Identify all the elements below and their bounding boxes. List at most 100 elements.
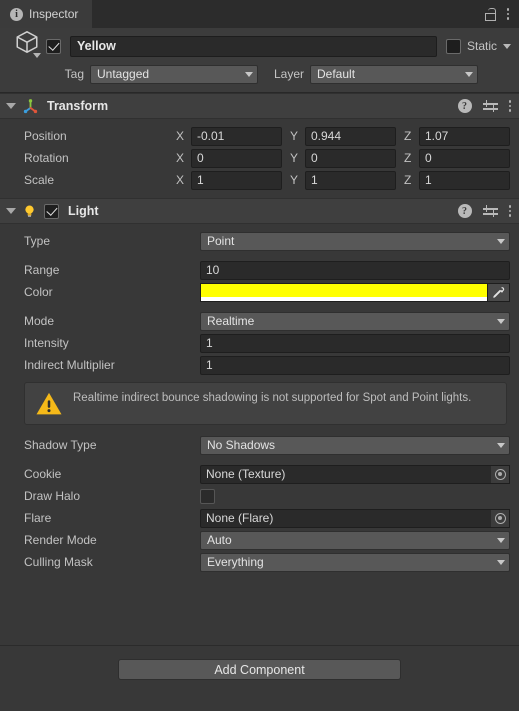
rotation-y-value: 0 (311, 151, 318, 165)
chevron-down-icon (465, 71, 473, 77)
foldout-arrow-icon[interactable] (6, 208, 16, 214)
static-checkbox[interactable] (445, 38, 461, 54)
component-title-transform: Transform (47, 99, 109, 113)
range-value: 10 (206, 263, 220, 277)
object-picker-icon[interactable] (491, 508, 510, 528)
position-z-input[interactable]: 1.07 (419, 126, 510, 146)
static-dropdown-caret-icon[interactable] (503, 43, 511, 49)
component-title-light: Light (68, 204, 99, 218)
gameobject-name-input[interactable]: Yellow (70, 35, 437, 57)
flare-object-field: None (Flare) (200, 508, 510, 528)
chevron-down-icon (245, 71, 253, 77)
gameobject-enabled-checkbox[interactable] (46, 38, 61, 54)
inspector-panel: i Inspector Yellow Static Tag Untagged L… (0, 0, 519, 711)
transform-row-position: Position X -0.01 Y 0.944 Z 1.07 (0, 125, 519, 147)
footer: Add Component (0, 645, 519, 711)
draw-halo-checkbox[interactable] (200, 488, 215, 504)
indirect-multiplier-value: 1 (206, 358, 213, 372)
chevron-down-icon (497, 318, 505, 324)
axis-label-x: X (176, 151, 185, 165)
kebab-menu-icon[interactable] (508, 204, 511, 218)
scale-x-value: 1 (197, 173, 204, 187)
position-x-input[interactable]: -0.01 (191, 126, 282, 146)
chevron-down-icon (497, 559, 505, 565)
cube-icon[interactable] (8, 29, 46, 63)
warning-text: Realtime indirect bounce shadowing is no… (73, 392, 472, 404)
light-enabled-checkbox[interactable] (44, 203, 59, 219)
axis-label-y: Y (290, 151, 299, 165)
tab-bar: i Inspector (0, 0, 519, 28)
culling-mask-dropdown[interactable]: Everything (200, 552, 510, 572)
flare-value: None (Flare) (206, 511, 274, 525)
component-header-transform[interactable]: Transform ? (0, 93, 519, 119)
tag-layer-row: Tag Untagged Layer Default (8, 64, 511, 84)
tag-value: Untagged (97, 67, 150, 81)
help-icon[interactable]: ? (457, 204, 472, 218)
static-label: Static (466, 39, 497, 53)
tag-dropdown[interactable]: Untagged (90, 64, 258, 84)
rotation-x-input[interactable]: 0 (191, 148, 282, 168)
object-picker-icon[interactable] (491, 464, 510, 484)
range-input[interactable]: 10 (200, 260, 510, 280)
scale-axes: X 1 Y 1 Z 1 (174, 170, 510, 190)
cookie-label: Cookie (24, 467, 62, 481)
panel-spacer (0, 580, 519, 645)
type-dropdown[interactable]: Point (200, 231, 510, 251)
preset-settings-icon[interactable] (482, 99, 498, 113)
render-mode-value: Auto (207, 533, 232, 547)
scale-y-input[interactable]: 1 (305, 170, 396, 190)
kebab-menu-icon[interactable] (508, 99, 511, 113)
cube-dropdown-caret-icon[interactable] (33, 53, 41, 58)
type-label: Type (24, 234, 51, 248)
help-icon[interactable]: ? (457, 99, 472, 113)
scale-z-value: 1 (425, 173, 432, 187)
range-label: Range (24, 263, 60, 277)
component-header-light[interactable]: Light ? (0, 198, 519, 224)
unlocked-padlock-icon[interactable] (484, 7, 497, 21)
preset-settings-icon[interactable] (482, 204, 498, 218)
gameobject-name-value: Yellow (77, 39, 116, 53)
position-z-value: 1.07 (425, 129, 449, 143)
add-component-label: Add Component (214, 662, 305, 677)
light-row-type: Type Point (0, 230, 519, 252)
position-y-input[interactable]: 0.944 (305, 126, 396, 146)
mode-dropdown[interactable]: Realtime (200, 311, 510, 331)
static-control: Static (445, 38, 511, 54)
warning-box: Realtime indirect bounce shadowing is no… (24, 382, 507, 425)
scale-y-value: 1 (311, 173, 318, 187)
chevron-down-icon (497, 537, 505, 543)
shadow-type-dropdown[interactable]: No Shadows (200, 435, 510, 455)
axis-label-z: Z (404, 173, 412, 187)
indirect-multiplier-label: Indirect Multiplier (24, 358, 115, 372)
rotation-z-input[interactable]: 0 (419, 148, 510, 168)
color-swatch[interactable] (200, 282, 488, 302)
axis-label-x: X (176, 129, 185, 143)
component-body-light: Type Point Range 10 Color Mode Realtime … (0, 224, 519, 580)
eyedropper-icon[interactable] (488, 282, 510, 302)
color-swatch-alpha (201, 296, 487, 301)
intensity-label: Intensity (24, 336, 69, 350)
add-component-button[interactable]: Add Component (118, 659, 401, 680)
tab-inspector[interactable]: i Inspector (0, 0, 93, 28)
layer-dropdown[interactable]: Default (310, 64, 478, 84)
indirect-multiplier-input[interactable]: 1 (200, 355, 510, 375)
scale-x-input[interactable]: 1 (191, 170, 282, 190)
draw-halo-label: Draw Halo (24, 489, 81, 503)
intensity-input[interactable]: 1 (200, 333, 510, 353)
mode-label: Mode (24, 314, 55, 328)
flare-input[interactable]: None (Flare) (200, 508, 491, 528)
light-row-shadow-type: Shadow Type No Shadows (0, 434, 519, 456)
cookie-input[interactable]: None (Texture) (200, 464, 491, 484)
foldout-arrow-icon[interactable] (6, 103, 16, 109)
kebab-menu-icon[interactable] (506, 7, 509, 21)
scale-z-input[interactable]: 1 (419, 170, 510, 190)
component-header-actions: ? (457, 204, 511, 218)
render-mode-dropdown[interactable]: Auto (200, 530, 510, 550)
color-swatch-rgb (201, 283, 487, 297)
component-header-actions: ? (457, 99, 511, 113)
layer-label: Layer (273, 67, 304, 81)
rotation-x-value: 0 (197, 151, 204, 165)
flare-label: Flare (24, 511, 52, 525)
row-spacer (0, 303, 519, 310)
rotation-y-input[interactable]: 0 (305, 148, 396, 168)
